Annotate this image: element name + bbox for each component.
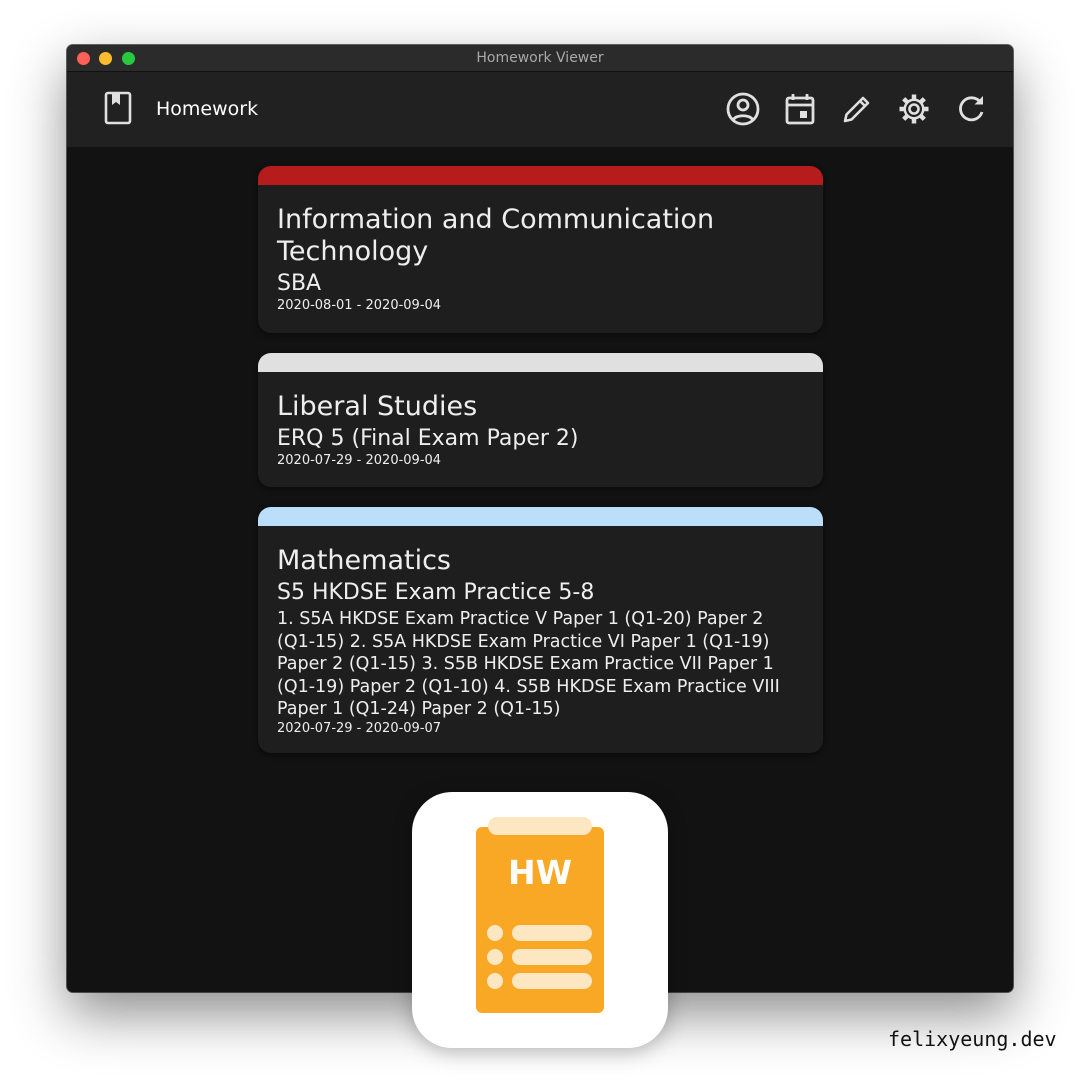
homework-description: 1. S5A HKDSE Exam Practice V Paper 1 (Q1…	[277, 609, 780, 720]
homework-subject: Liberal Studies	[277, 391, 478, 422]
window-title: Homework Viewer	[476, 50, 604, 66]
subject-color-bar	[258, 166, 823, 185]
homework-card[interactable]: Liberal Studies ERQ 5 (Final Exam Paper …	[258, 353, 823, 487]
book-icon	[104, 91, 132, 125]
homework-card[interactable]: Information and Communication Technology…	[258, 166, 823, 333]
app-bar: Homework	[67, 72, 1013, 147]
watermark-text: felixyeung.dev	[888, 1027, 1057, 1051]
homework-title: SBA	[277, 271, 322, 296]
homework-card[interactable]: Mathematics S5 HKDSE Exam Practice 5-8 1…	[258, 507, 823, 753]
account-circle-icon[interactable]	[725, 91, 761, 127]
homework-subject: Mathematics	[277, 545, 451, 576]
homework-dates: 2020-07-29 - 2020-09-07	[277, 720, 442, 736]
subject-color-bar	[258, 507, 823, 526]
homework-subject: Information and Communication Technology	[277, 204, 715, 267]
gear-icon[interactable]	[896, 91, 932, 127]
homework-dates: 2020-08-01 - 2020-09-04	[277, 298, 442, 313]
homework-title: ERQ 5 (Final Exam Paper 2)	[277, 426, 579, 451]
app-icon-label: HW	[508, 853, 572, 892]
homework-title: S5 HKDSE Exam Practice 5-8	[277, 580, 595, 605]
subject-color-bar	[258, 353, 823, 372]
clipboard-icon: HW	[476, 817, 604, 1013]
refresh-icon[interactable]	[953, 91, 989, 127]
app-icon: HW	[412, 792, 668, 1048]
window-titlebar[interactable]: Homework Viewer	[67, 45, 1013, 72]
app-title: Homework	[156, 98, 259, 120]
calendar-event-icon[interactable]	[782, 91, 818, 127]
homework-dates: 2020-07-29 - 2020-09-04	[277, 453, 442, 468]
pencil-icon[interactable]	[839, 91, 875, 127]
